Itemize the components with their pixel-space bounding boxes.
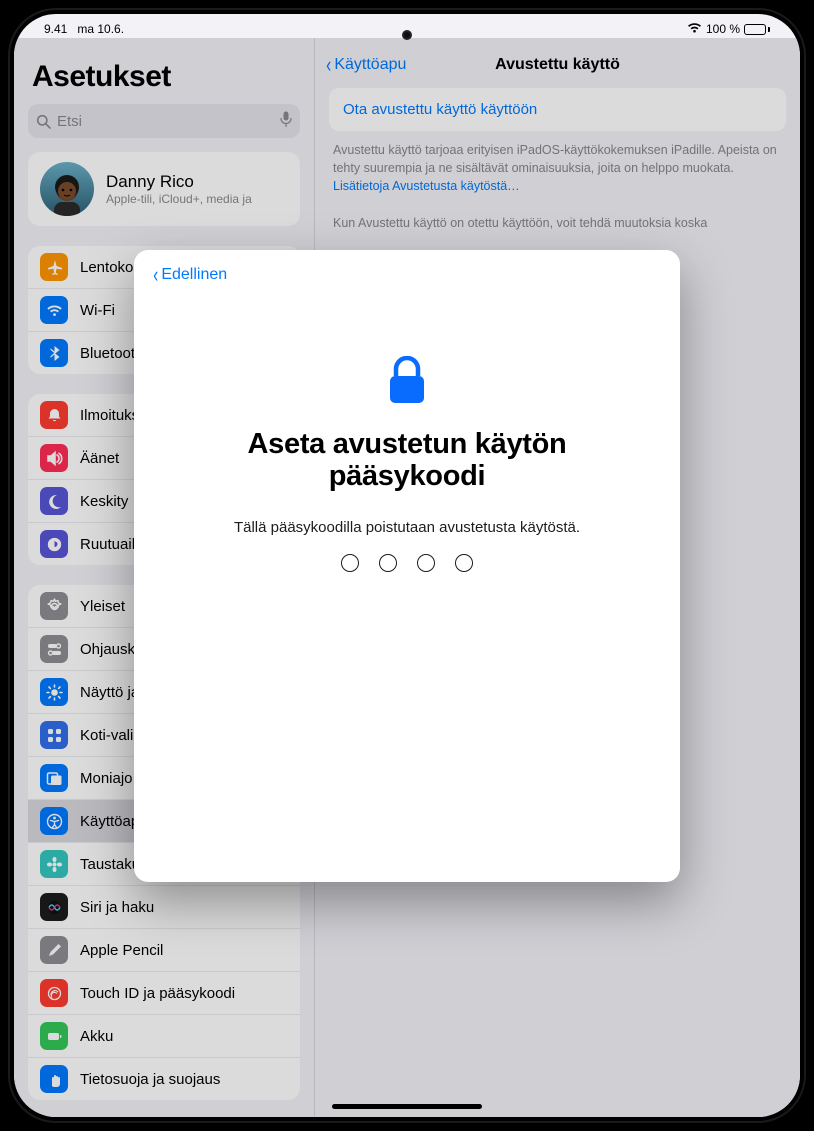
profile-row[interactable]: Danny Rico Apple-tili, iCloud+, media ja [28, 152, 300, 226]
gear-icon [40, 592, 68, 620]
sidebar-item-touchid[interactable]: Touch ID ja pääsykoodi [28, 971, 300, 1014]
sidebar-item-label: Äänet [80, 450, 119, 467]
passcode-dots[interactable] [152, 554, 662, 572]
lock-icon [385, 356, 429, 406]
modal-back-button[interactable]: ‹ Edellinen [152, 264, 662, 286]
airplane-icon [40, 253, 68, 281]
sidebar-item-label: Wi-Fi [80, 302, 115, 319]
modal-title: Aseta avustetun käytön pääsykoodi [152, 428, 662, 493]
bluetooth-icon [40, 339, 68, 367]
touchid-icon [40, 979, 68, 1007]
passcode-modal: ‹ Edellinen Aseta avustetun käytön pääsy… [134, 250, 680, 882]
timer-icon [40, 530, 68, 558]
passcode-dot [455, 554, 473, 572]
grid-icon [40, 721, 68, 749]
back-label: Käyttöapu [334, 56, 406, 74]
status-date: ma 10.6. [77, 22, 124, 36]
pencil-icon [40, 936, 68, 964]
modal-back-label: Edellinen [161, 266, 227, 284]
sidebar-item-label: Keskity [80, 493, 128, 510]
profile-name: Danny Rico [106, 172, 252, 192]
sound-icon [40, 444, 68, 472]
sidebar-item-label: Akku [80, 1028, 113, 1045]
brightness-icon [40, 678, 68, 706]
hand-icon [40, 1065, 68, 1093]
siri-icon [40, 893, 68, 921]
front-camera [402, 30, 412, 40]
search-placeholder: Etsi [57, 113, 274, 130]
content-description: Avustettu käyttö tarjoaa erityisen iPadO… [329, 141, 786, 232]
status-time: 9.41 [44, 22, 67, 36]
passcode-dot [379, 554, 397, 572]
sidebar-item-label: Siri ja haku [80, 899, 154, 916]
access-icon [40, 807, 68, 835]
multitask-icon [40, 764, 68, 792]
moon-icon [40, 487, 68, 515]
avatar [40, 162, 94, 216]
bell-icon [40, 401, 68, 429]
passcode-dot [417, 554, 435, 572]
switches-icon [40, 635, 68, 663]
wifi-icon [687, 22, 702, 36]
chevron-left-icon: ‹ [153, 264, 158, 286]
sidebar-item-label: Touch ID ja pääsykoodi [80, 985, 235, 1002]
search-input[interactable]: Etsi [28, 104, 300, 138]
sidebar-item-hand[interactable]: Tietosuoja ja suojaus [28, 1057, 300, 1100]
battery-icon [40, 1022, 68, 1050]
learn-more-link[interactable]: Lisätietoja Avustetusta käytöstä… [333, 179, 520, 193]
sidebar-item-label: Apple Pencil [80, 942, 163, 959]
chevron-left-icon: ‹ [326, 54, 331, 76]
battery-icon [744, 24, 770, 35]
dictate-icon[interactable] [280, 111, 292, 132]
back-button[interactable]: ‹ Käyttöapu [325, 54, 406, 76]
search-icon [36, 114, 51, 129]
sidebar-title: Asetukset [32, 60, 300, 94]
battery-percent: 100 % [706, 22, 740, 36]
sidebar-item-label: Tietosuoja ja suojaus [80, 1071, 220, 1088]
enable-assistive-access-button[interactable]: Ota avustettu käyttö käyttöön [329, 88, 786, 131]
wifi-icon [40, 296, 68, 324]
sidebar-item-label: Yleiset [80, 598, 125, 615]
sidebar-item-pencil[interactable]: Apple Pencil [28, 928, 300, 971]
sidebar-item-battery[interactable]: Akku [28, 1014, 300, 1057]
flower-icon [40, 850, 68, 878]
sidebar-item-siri[interactable]: Siri ja haku [28, 885, 300, 928]
passcode-dot [341, 554, 359, 572]
home-indicator[interactable] [332, 1104, 482, 1109]
profile-subtitle: Apple-tili, iCloud+, media ja [106, 192, 252, 206]
modal-subtitle: Tällä pääsykoodilla poistutaan avustetus… [152, 519, 662, 536]
